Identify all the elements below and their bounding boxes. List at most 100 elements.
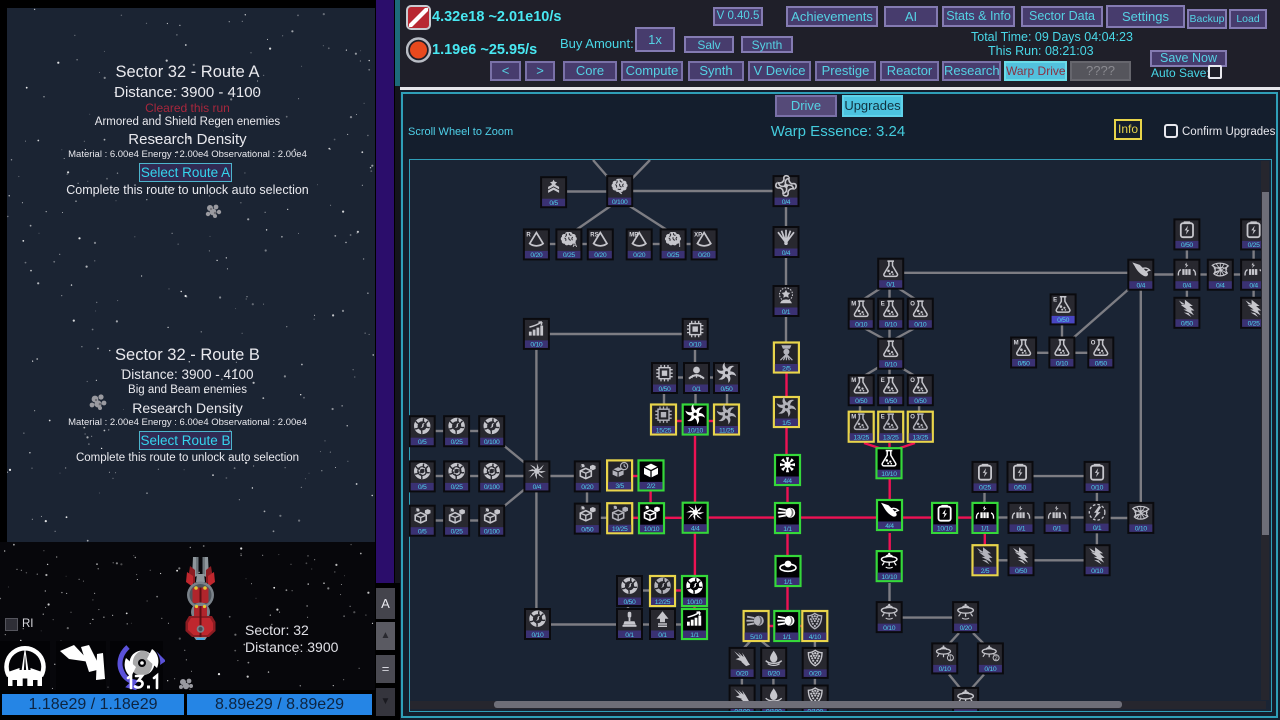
- svg-text:0/4: 0/4: [1137, 283, 1146, 290]
- svg-text:1/1: 1/1: [981, 526, 990, 533]
- svg-text:11/25: 11/25: [719, 427, 735, 434]
- svg-text:0/1: 0/1: [692, 386, 701, 393]
- svg-text:0/20: 0/20: [698, 252, 711, 259]
- svg-text:0/100: 0/100: [612, 199, 628, 206]
- svg-text:1/1: 1/1: [783, 526, 792, 533]
- svg-text:0/4: 0/4: [533, 484, 542, 491]
- svg-text:0/4: 0/4: [782, 199, 791, 206]
- svg-text:0/25: 0/25: [563, 252, 576, 259]
- svg-text:0/50: 0/50: [623, 599, 636, 606]
- svg-text:0/10: 0/10: [1091, 568, 1104, 575]
- svg-text:5/10: 5/10: [750, 634, 763, 641]
- svg-text:0/4: 0/4: [1249, 283, 1258, 290]
- svg-text:10/10: 10/10: [937, 526, 953, 533]
- svg-text:0/5: 0/5: [418, 484, 427, 491]
- svg-text:M: M: [851, 302, 856, 308]
- svg-text:0/50: 0/50: [1015, 568, 1028, 575]
- svg-text:0/10: 0/10: [689, 342, 702, 349]
- svg-text:O: O: [910, 378, 915, 384]
- svg-text:0/25: 0/25: [451, 484, 464, 491]
- svg-text:0/10: 0/10: [914, 322, 927, 329]
- svg-text:0/20: 0/20: [530, 252, 543, 259]
- svg-text:M: M: [851, 378, 856, 384]
- svg-text:0/1: 0/1: [1053, 526, 1062, 533]
- svg-text:2/5: 2/5: [782, 365, 791, 372]
- svg-text:1/5: 1/5: [782, 420, 791, 427]
- svg-text:0/10: 0/10: [1056, 360, 1069, 367]
- svg-text:A: A: [573, 242, 578, 249]
- svg-text:12/25: 12/25: [655, 599, 671, 606]
- svg-text:MB: MB: [629, 232, 639, 238]
- svg-text:XP: XP: [694, 232, 702, 238]
- svg-text:0/1: 0/1: [658, 632, 667, 639]
- svg-text:0/100: 0/100: [766, 708, 782, 711]
- svg-text:O: O: [910, 302, 915, 308]
- svg-text:0/25: 0/25: [667, 252, 680, 259]
- svg-text:0/10: 0/10: [885, 362, 898, 369]
- svg-text:0/10: 0/10: [1135, 526, 1148, 533]
- svg-text:0/4: 0/4: [1216, 283, 1225, 290]
- svg-text:2/2: 2/2: [647, 483, 656, 490]
- svg-text:RS: RS: [590, 232, 598, 238]
- svg-text:10/10: 10/10: [881, 471, 897, 478]
- svg-text:0/20: 0/20: [581, 484, 594, 491]
- svg-text:0/50: 0/50: [1057, 317, 1070, 324]
- svg-text:E: E: [881, 415, 885, 421]
- svg-text:4/4: 4/4: [691, 526, 700, 533]
- svg-text:0/10: 0/10: [531, 632, 544, 639]
- svg-text:0/10: 0/10: [855, 322, 868, 329]
- svg-text:M: M: [851, 415, 856, 421]
- svg-text:0/50: 0/50: [1014, 485, 1027, 492]
- svg-text:0/10: 0/10: [939, 666, 952, 673]
- svg-text:0/5: 0/5: [418, 529, 427, 536]
- svg-text:4/10: 4/10: [809, 634, 822, 641]
- svg-text:13/25: 13/25: [913, 435, 929, 442]
- svg-text:1/1: 1/1: [783, 634, 792, 641]
- svg-text:0/50: 0/50: [885, 398, 898, 405]
- svg-text:15/25: 15/25: [656, 427, 672, 434]
- svg-text:0/20: 0/20: [960, 625, 973, 632]
- svg-text:13/25: 13/25: [853, 435, 869, 442]
- svg-text:0/25: 0/25: [979, 485, 992, 492]
- svg-text:0/20: 0/20: [768, 671, 781, 678]
- svg-text:0/50: 0/50: [914, 398, 927, 405]
- svg-text:0/10: 0/10: [883, 625, 896, 632]
- svg-text:0/100: 0/100: [484, 439, 500, 446]
- svg-text:10/10: 10/10: [687, 599, 703, 606]
- svg-text:0/100: 0/100: [484, 529, 500, 536]
- svg-text:2/5: 2/5: [981, 568, 990, 575]
- svg-text:0/25: 0/25: [1248, 321, 1261, 328]
- svg-text:0/50: 0/50: [658, 386, 671, 393]
- svg-text:0/10: 0/10: [1091, 485, 1104, 492]
- svg-text:O: O: [910, 415, 915, 421]
- svg-text:0/5: 0/5: [549, 200, 558, 207]
- svg-text:0/1: 0/1: [886, 282, 895, 289]
- svg-text:0/4: 0/4: [782, 250, 791, 257]
- svg-text:0/50: 0/50: [1181, 321, 1194, 328]
- svg-text:1/1: 1/1: [784, 579, 793, 586]
- svg-text:O: O: [1091, 341, 1096, 347]
- svg-text:0/20: 0/20: [736, 671, 749, 678]
- svg-text:0/20: 0/20: [633, 252, 646, 259]
- svg-text:0/5: 0/5: [418, 439, 427, 446]
- svg-text:0/50: 0/50: [1095, 360, 1108, 367]
- svg-text:1/1: 1/1: [690, 632, 699, 639]
- svg-text:13/25: 13/25: [883, 435, 899, 442]
- svg-text:4/4: 4/4: [885, 523, 894, 530]
- svg-text:0/10: 0/10: [984, 666, 997, 673]
- svg-text:0/50: 0/50: [855, 398, 868, 405]
- svg-text:10/10: 10/10: [881, 574, 897, 581]
- svg-text:10/10: 10/10: [687, 427, 703, 434]
- svg-text:M: M: [1014, 341, 1019, 347]
- svg-text:E: E: [881, 378, 885, 384]
- svg-text:3/5: 3/5: [615, 483, 624, 490]
- svg-text:0/1: 0/1: [1017, 526, 1026, 533]
- svg-text:4/4: 4/4: [783, 478, 792, 485]
- svg-text:10/10: 10/10: [644, 526, 660, 533]
- svg-text:0/100: 0/100: [807, 708, 823, 711]
- svg-text:0/50: 0/50: [1018, 360, 1031, 367]
- svg-text:0/100: 0/100: [484, 484, 500, 491]
- svg-text:0/10: 0/10: [885, 322, 898, 329]
- svg-text:0/1: 0/1: [782, 309, 791, 316]
- svg-text:0/20: 0/20: [594, 252, 607, 259]
